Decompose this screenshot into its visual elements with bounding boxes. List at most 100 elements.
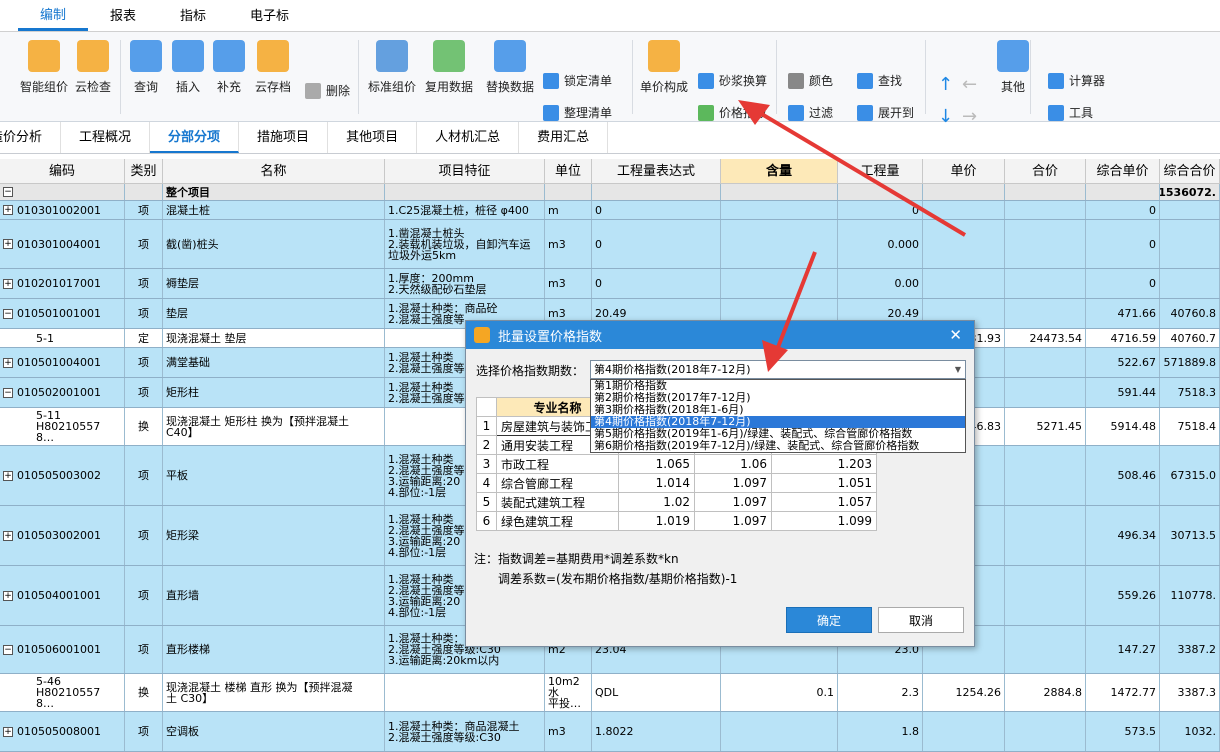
table-row[interactable]: +010301004001 项 截(凿)桩头 1.凿混凝土桩头 2.装载机装垃圾，自卸… bbox=[0, 220, 1220, 269]
menu-item-0[interactable]: 编制 bbox=[18, 3, 89, 31]
period-option-6[interactable]: 第6期价格指数(2019年7-12月)/绿建、装配式、综合管廊价格指数 bbox=[591, 440, 965, 452]
cell-text: 项 bbox=[138, 237, 149, 251]
ribbon-tools-label: 工具 bbox=[1069, 106, 1094, 120]
menu-item-3[interactable]: 电子标 bbox=[228, 3, 311, 31]
period-select[interactable]: 第4期价格指数(2018年7-12月) ▼ bbox=[590, 360, 966, 379]
col-header-5[interactable]: 工程量表达式 bbox=[592, 159, 721, 183]
collapse-icon[interactable]: − bbox=[3, 187, 13, 197]
cell-text: 项 bbox=[138, 356, 149, 369]
period-option-3[interactable]: 第3期价格指数(2018年1-6月) bbox=[591, 404, 965, 416]
arrow-left-icon[interactable]: ← bbox=[962, 74, 977, 95]
ribbon-find-button[interactable]: 查找 bbox=[857, 72, 902, 89]
ribbon-button-label: 云检查 bbox=[75, 80, 112, 94]
expand-icon[interactable]: + bbox=[3, 278, 13, 289]
index-table-row[interactable]: 3 市政工程 1.065 1.06 1.203 bbox=[476, 454, 877, 474]
tab-5[interactable]: 人材机汇总 bbox=[417, 122, 520, 153]
cell-综合合价: 3387.2 bbox=[1160, 626, 1220, 673]
collapse-icon[interactable]: − bbox=[3, 644, 13, 655]
tab-6[interactable]: 费用汇总 bbox=[519, 122, 609, 153]
ribbon-button-3[interactable]: 插入 bbox=[172, 40, 204, 95]
cell-类别: 定 bbox=[125, 329, 163, 347]
cell-单价 bbox=[923, 712, 1005, 751]
ribbon-lock-button[interactable]: 锁定清单 bbox=[543, 72, 612, 89]
index-table-row[interactable]: 4 综合管廊工程 1.014 1.097 1.051 bbox=[476, 473, 877, 493]
cell-text: 现浇混凝土 矩形柱 换为【预拌混凝土 C40】 bbox=[166, 414, 349, 439]
ribbon-button-9[interactable]: 单价构成 bbox=[640, 40, 688, 95]
period-option-1[interactable]: 第1期价格指数 bbox=[591, 380, 965, 392]
index-row-value: 1.097 bbox=[694, 473, 772, 493]
chevron-down-icon[interactable]: ▼ bbox=[955, 361, 961, 378]
menu-item-2[interactable]: 指标 bbox=[158, 3, 228, 31]
ribbon-button-1[interactable]: 云检查 bbox=[75, 40, 111, 95]
table-row[interactable]: +010505008001 项 空调板 1.混凝土种类：商品混凝土 2.混凝土强度等级… bbox=[0, 712, 1220, 752]
arrow-down-icon[interactable]: ↓ bbox=[938, 106, 953, 127]
table-row[interactable]: +010201017001 项 褥垫层 1.厚度：200mm 2.天然级配砂石垫层 m3… bbox=[0, 269, 1220, 299]
expand-icon[interactable]: + bbox=[3, 470, 13, 481]
expand-icon[interactable]: + bbox=[3, 530, 13, 541]
table-row[interactable]: +010301002001 项 混凝土桩 1.C25混凝土桩，桩径 φ400 m 0 0 0 bbox=[0, 201, 1220, 220]
collapse-icon[interactable]: − bbox=[3, 308, 13, 319]
price-index-dialog: 批量设置价格指数 ✕ 选择价格指数期数： 第4期价格指数(2018年7-12月)… bbox=[465, 320, 975, 647]
ribbon-button-6[interactable]: 标准组价 bbox=[368, 40, 416, 95]
col-header-6[interactable]: 含量 bbox=[721, 159, 838, 183]
expand-icon[interactable]: + bbox=[3, 357, 13, 368]
ok-button[interactable]: 确定 bbox=[786, 607, 872, 633]
col-header-4[interactable]: 单位 bbox=[545, 159, 592, 183]
ribbon-expand-button[interactable]: 展开到 bbox=[857, 104, 914, 121]
index-table-row[interactable]: 6 绿色建筑工程 1.019 1.097 1.099 bbox=[476, 511, 877, 531]
expand-icon[interactable]: + bbox=[3, 726, 13, 737]
col-header-10[interactable]: 综合单价 bbox=[1086, 159, 1160, 183]
collapse-icon[interactable]: − bbox=[3, 387, 13, 398]
ribbon-color-button[interactable]: 颜色 bbox=[788, 72, 833, 89]
tab-2[interactable]: 分部分项 bbox=[150, 122, 240, 153]
ribbon-button-4[interactable]: 补充 bbox=[213, 40, 245, 95]
col-header-0[interactable]: 编码 bbox=[0, 159, 125, 183]
arrow-right-icon[interactable]: → bbox=[962, 106, 977, 127]
period-option-5[interactable]: 第5期价格指数(2019年1-6月)/绿建、装配式、综合管廊价格指数 bbox=[591, 428, 965, 440]
menu-item-1[interactable]: 报表 bbox=[88, 3, 158, 31]
cell-编码: +010501004001 bbox=[0, 348, 125, 377]
col-header-3[interactable]: 项目特征 bbox=[385, 159, 545, 183]
table-row[interactable]: 5-46 H80210557 8… 换 现浇混凝土 楼梯 直形 换为【预拌混凝 土 … bbox=[0, 674, 1220, 712]
col-header-9[interactable]: 合价 bbox=[1005, 159, 1086, 183]
expand-icon[interactable]: + bbox=[3, 205, 13, 215]
ribbon-button-2[interactable]: 查询 bbox=[130, 40, 162, 95]
period-option-4[interactable]: 第4期价格指数(2018年7-12月) bbox=[591, 416, 965, 428]
ribbon-separator bbox=[925, 40, 926, 114]
tab-1[interactable]: 工程概况 bbox=[61, 122, 151, 153]
ribbon-tools-button[interactable]: 工具 bbox=[1048, 104, 1093, 121]
ribbon-button-0[interactable]: 智能组价 bbox=[20, 40, 68, 95]
cell-text: 5-1 bbox=[36, 331, 54, 345]
period-option-2[interactable]: 第2期价格指数(2017年7-12月) bbox=[591, 392, 965, 404]
cell-text: 0.000 bbox=[887, 237, 920, 251]
expand-icon[interactable]: + bbox=[3, 239, 13, 249]
index-table-row[interactable]: 5 装配式建筑工程 1.02 1.097 1.057 bbox=[476, 492, 877, 512]
cell-名称: 混凝土桩 bbox=[163, 201, 385, 219]
cancel-button[interactable]: 取消 bbox=[878, 607, 964, 633]
ribbon-button-10[interactable]: 其他 bbox=[997, 40, 1029, 95]
tab-0[interactable]: 造价分析 bbox=[0, 122, 62, 153]
col-header-2[interactable]: 名称 bbox=[163, 159, 385, 183]
cell-text: 1.混凝土种类 2.混凝土强度等 bbox=[388, 380, 465, 405]
ribbon-calculator-button[interactable]: 计算器 bbox=[1048, 72, 1105, 89]
tab-3[interactable]: 措施项目 bbox=[239, 122, 329, 153]
col-header-7[interactable]: 工程量 bbox=[838, 159, 923, 183]
col-header-1[interactable]: 类别 bbox=[125, 159, 163, 183]
ribbon-filter-button[interactable]: 过滤 bbox=[788, 104, 833, 121]
ribbon-mortar-button[interactable]: 砂浆换算 bbox=[698, 72, 767, 89]
ribbon-organize-button[interactable]: 整理清单 bbox=[543, 104, 612, 121]
table-row[interactable]: − 整个项目 1536072. bbox=[0, 184, 1220, 201]
close-icon[interactable]: ✕ bbox=[949, 326, 962, 344]
cell-单价 bbox=[923, 201, 1005, 219]
ribbon-delete-button[interactable]: 删除 bbox=[305, 82, 350, 99]
col-header-11[interactable]: 综合合价 bbox=[1160, 159, 1220, 183]
ribbon-price_index-button[interactable]: 价格指数 bbox=[698, 104, 767, 121]
arrow-up-icon[interactable]: ↑ bbox=[938, 74, 953, 95]
ribbon-button-8[interactable]: 替换数据 bbox=[486, 40, 534, 95]
tab-4[interactable]: 其他项目 bbox=[328, 122, 418, 153]
index-row-value: 1.097 bbox=[694, 511, 772, 531]
expand-icon[interactable]: + bbox=[3, 590, 13, 601]
col-header-8[interactable]: 单价 bbox=[923, 159, 1005, 183]
ribbon-button-5[interactable]: 云存档 bbox=[255, 40, 291, 95]
ribbon-button-7[interactable]: 复用数据 bbox=[425, 40, 473, 95]
